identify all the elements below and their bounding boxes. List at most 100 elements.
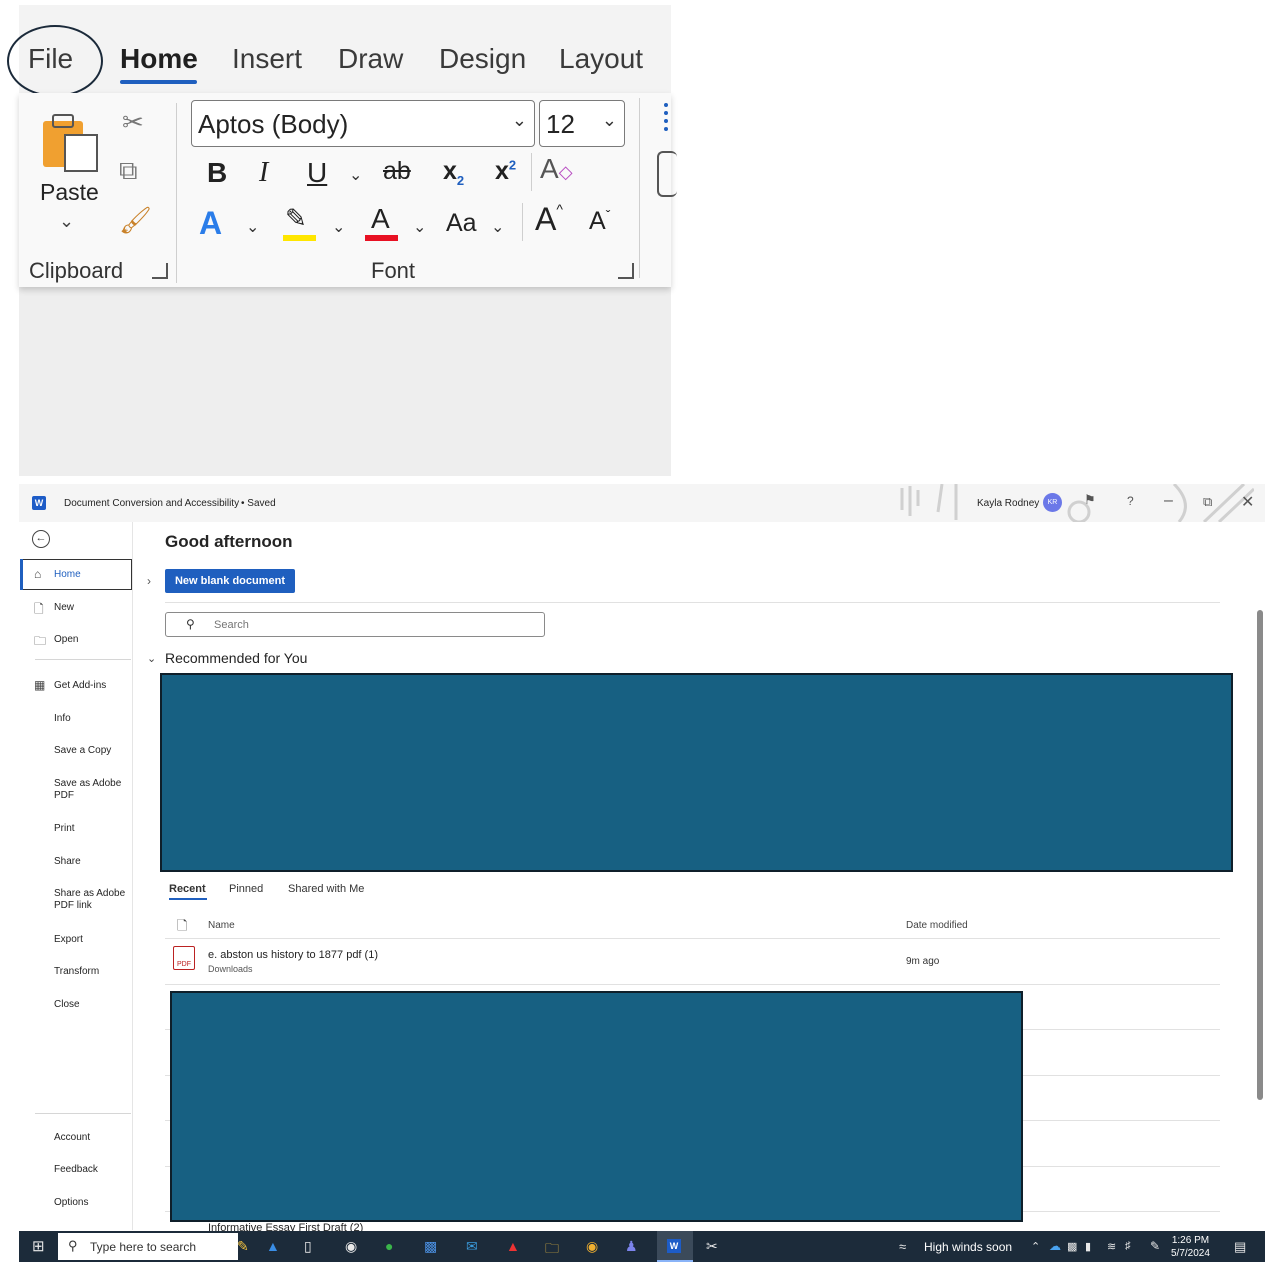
help-button[interactable]: ?: [1127, 494, 1134, 508]
underline-dropdown-icon[interactable]: ⌄: [349, 165, 362, 185]
tab-recent[interactable]: Recent: [169, 883, 206, 895]
underline-button[interactable]: U: [307, 157, 327, 189]
divider: [165, 938, 1220, 939]
shrink-font-label: A: [589, 207, 606, 235]
copy-icon[interactable]: ⧉: [119, 155, 138, 187]
taskbar-search[interactable]: ⚲ Type here to search: [58, 1233, 238, 1260]
adobe-acrobat-icon[interactable]: ▲: [506, 1238, 520, 1254]
volume-icon[interactable]: ♯: [1125, 1240, 1131, 1252]
chevron-down-icon[interactable]: ⌄: [491, 217, 504, 237]
chevron-down-icon[interactable]: ⌄: [246, 217, 259, 237]
chevron-down-icon[interactable]: ⌄: [332, 217, 345, 237]
bold-button[interactable]: B: [207, 157, 227, 189]
scrollbar[interactable]: [1255, 598, 1265, 1268]
cut-icon[interactable]: ✂: [122, 107, 144, 138]
task-view-icon[interactable]: ▯: [304, 1238, 312, 1255]
tab-layout[interactable]: Layout: [559, 43, 643, 75]
tab-home[interactable]: Home: [120, 43, 198, 75]
subscript-label: x: [443, 157, 457, 185]
snipping-tool-icon[interactable]: ✂: [706, 1238, 718, 1255]
sidebar-item-label: Account: [54, 1132, 91, 1143]
pen-icon[interactable]: ✎: [1150, 1239, 1160, 1253]
tab-draw[interactable]: Draw: [338, 43, 403, 75]
file-location: Downloads: [208, 964, 253, 974]
tab-pinned[interactable]: Pinned: [229, 883, 263, 895]
back-arrow-icon[interactable]: ←: [32, 530, 50, 548]
font-size-select[interactable]: 12 ⌄: [539, 100, 625, 147]
taskbar-clock[interactable]: 1:26 PM 5/7/2024: [1171, 1234, 1210, 1260]
divider: [165, 984, 1220, 985]
meet-now-icon[interactable]: ▩: [1067, 1240, 1077, 1253]
superscript-button[interactable]: x2: [495, 157, 516, 186]
store-icon[interactable]: ▩: [424, 1238, 437, 1255]
minimize-icon[interactable]: –: [1164, 492, 1173, 510]
highlight-pen-icon[interactable]: ✎: [285, 203, 307, 234]
backstage-main: Good afternoon › New blank document ⚲ ⌄ …: [133, 522, 1265, 1234]
chevron-down-icon: ⌄: [511, 110, 527, 130]
clock-time: 1:26 PM: [1171, 1235, 1210, 1246]
font-family-select[interactable]: Aptos (Body) ⌄: [191, 100, 535, 147]
feedback-icon[interactable]: ⚑: [1084, 492, 1096, 508]
chrome-icon[interactable]: ◉: [586, 1238, 598, 1255]
clipboard-launcher-icon[interactable]: [152, 263, 168, 279]
chevron-down-icon: ⌄: [601, 110, 617, 130]
notifications-icon[interactable]: ▤: [1234, 1239, 1246, 1255]
wind-icon[interactable]: ≈: [899, 1239, 906, 1254]
column-header-date-modified[interactable]: Date modified: [906, 920, 968, 931]
tab-insert[interactable]: Insert: [232, 43, 302, 75]
scrollbar-thumb[interactable]: [1257, 610, 1263, 1100]
word-taskbar-button[interactable]: W: [657, 1231, 693, 1262]
home-icon: ⌂: [34, 567, 42, 581]
weather-text[interactable]: High winds soon: [924, 1240, 1012, 1254]
clear-formatting-icon[interactable]: A◇: [540, 153, 573, 185]
wifi-icon[interactable]: ≋: [1107, 1240, 1116, 1253]
word-backstage-window: W Document Conversion and Accessibility …: [19, 484, 1265, 1234]
sidebar-divider: [35, 1113, 131, 1114]
text-effects-icon[interactable]: A: [199, 205, 222, 242]
column-header-name[interactable]: Name: [208, 920, 235, 931]
chevron-down-icon[interactable]: ⌄: [59, 211, 74, 232]
change-case-button[interactable]: Aa: [446, 209, 477, 238]
greeting-heading: Good afternoon: [165, 532, 293, 551]
font-color-icon[interactable]: A: [371, 203, 390, 235]
copilot-icon[interactable]: ▲: [266, 1238, 280, 1254]
grow-font-button[interactable]: A^: [535, 201, 563, 238]
format-painter-icon[interactable]: 🖌: [119, 205, 152, 236]
windows-start-icon[interactable]: ⊞: [32, 1237, 45, 1255]
file-explorer-icon[interactable]: 🗀: [545, 1238, 559, 1262]
search-input[interactable]: [214, 617, 514, 633]
chevron-right-icon[interactable]: ›: [147, 574, 151, 588]
onedrive-icon[interactable]: ☁: [1049, 1239, 1061, 1253]
close-icon[interactable]: ✕: [1241, 492, 1254, 512]
shrink-font-button[interactable]: Aˇ: [589, 207, 610, 236]
search-icon: ⚲: [186, 617, 195, 631]
italic-button[interactable]: I: [259, 157, 268, 189]
user-name[interactable]: Kayla Rodney: [977, 498, 1039, 509]
subscript-button[interactable]: x2: [443, 157, 464, 188]
paste-icon[interactable]: [41, 111, 101, 173]
chevron-down-icon[interactable]: ⌄: [413, 217, 426, 237]
cortana-icon[interactable]: ✎: [237, 1238, 249, 1255]
restore-icon[interactable]: ⧉: [1203, 494, 1212, 510]
group-divider: [639, 98, 640, 278]
home-active-indicator: [20, 559, 23, 590]
battery-icon[interactable]: ▮: [1085, 1240, 1091, 1253]
tab-design[interactable]: Design: [439, 43, 526, 75]
chevron-up-icon[interactable]: ⌃: [1031, 1240, 1040, 1253]
outlook-icon[interactable]: ✉: [466, 1238, 478, 1255]
search-box[interactable]: ⚲: [165, 612, 545, 637]
avatar[interactable]: KR: [1043, 493, 1062, 512]
chevron-down-icon[interactable]: ⌄: [147, 652, 156, 665]
teams-icon[interactable]: ♟: [625, 1238, 638, 1255]
tab-shared-with-me[interactable]: Shared with Me: [288, 883, 364, 895]
maps-icon[interactable]: ◉: [345, 1238, 357, 1255]
ribbon-zoom-panel: File Home Insert Draw Design Layout Past…: [7, 5, 677, 476]
new-blank-document-button[interactable]: New blank document: [165, 569, 295, 593]
bullets-icon[interactable]: [664, 103, 669, 131]
sidebar-item-label: Get Add-ins: [54, 680, 107, 691]
font-launcher-icon[interactable]: [618, 263, 634, 279]
strikethrough-button[interactable]: ab: [383, 157, 411, 186]
edge-icon[interactable]: ●: [385, 1238, 393, 1254]
styles-gallery-icon[interactable]: [657, 151, 677, 197]
paste-button[interactable]: Paste: [40, 179, 99, 206]
